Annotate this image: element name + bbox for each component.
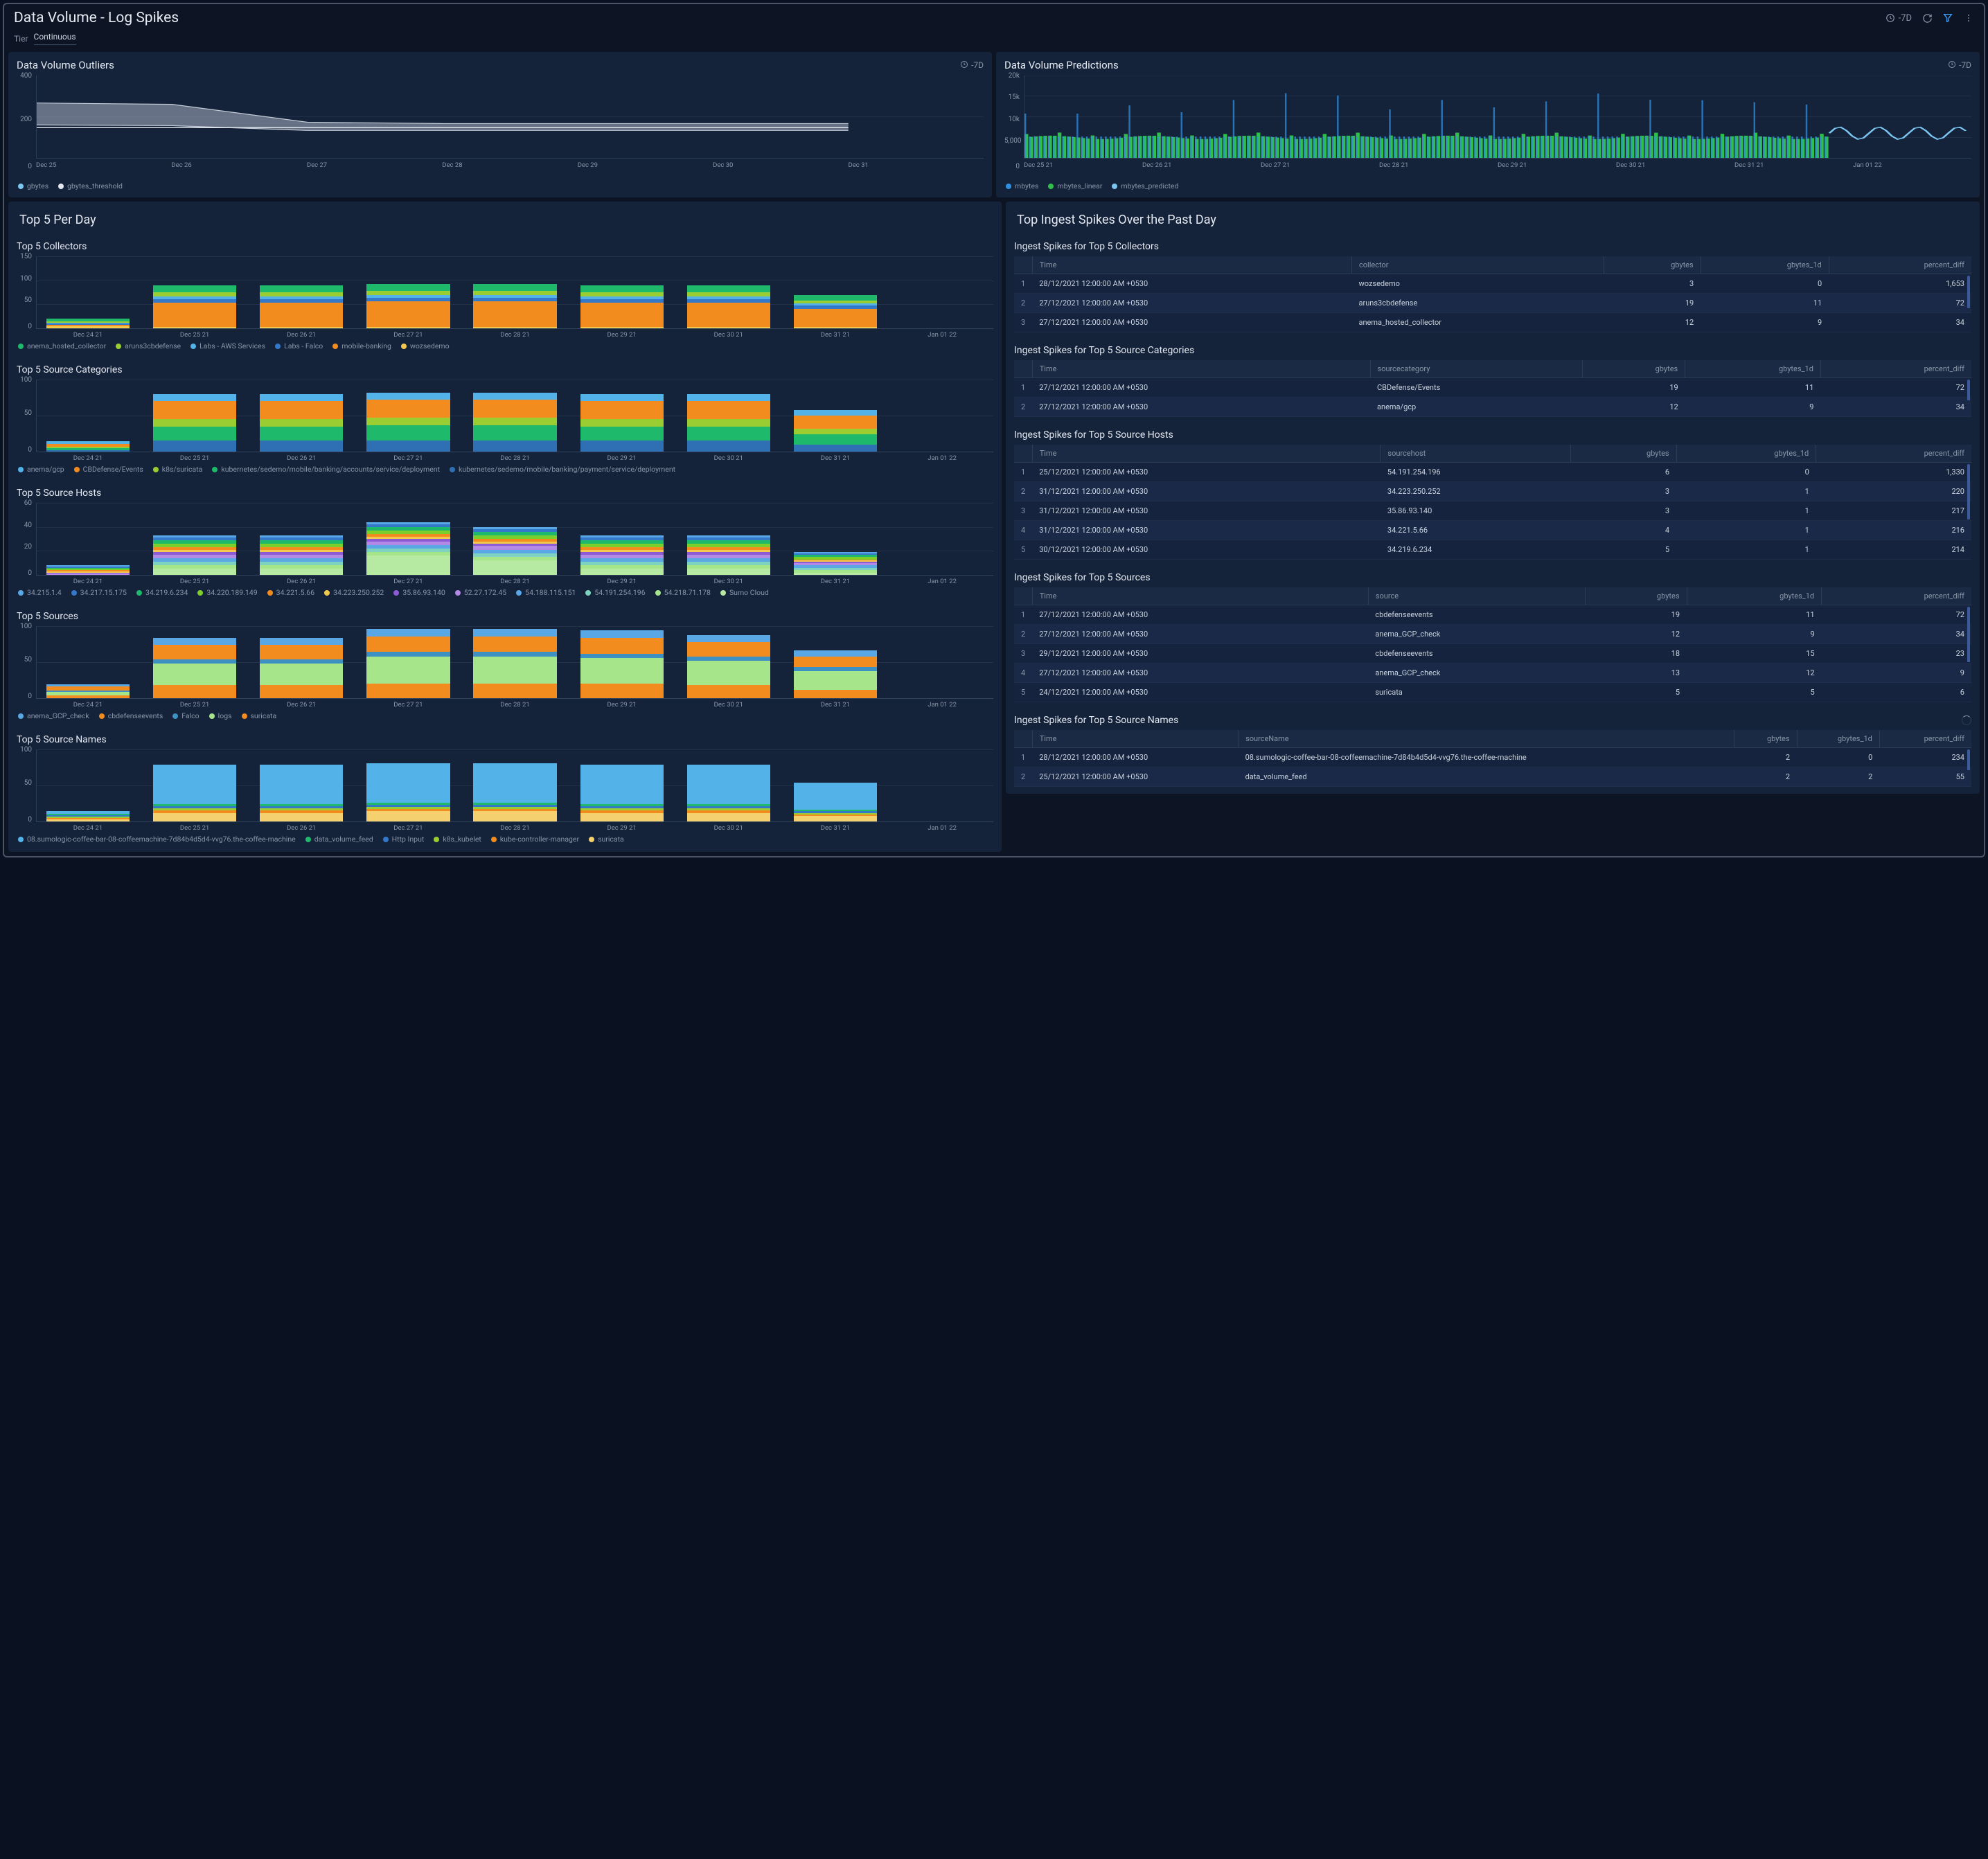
column-header[interactable]: source bbox=[1368, 587, 1585, 605]
section-title: Top 5 Per Day bbox=[17, 208, 993, 229]
column-header[interactable]: percent_diff bbox=[1816, 445, 1971, 463]
column-header[interactable]: collector bbox=[1351, 256, 1604, 274]
panel-title: Data Volume Outliers bbox=[17, 59, 960, 71]
dashboard-header: Data Volume - Log Spikes -7D bbox=[4, 4, 1984, 30]
y-axis-labels: 20k15k10k5,0000 bbox=[1004, 75, 1022, 169]
column-header[interactable]: Time bbox=[1032, 256, 1351, 274]
clock-icon bbox=[1948, 60, 1956, 71]
section-top5-per-day: Top 5 Per Day Top 5 Collectors150100500D… bbox=[8, 202, 1002, 852]
section-title: Top Ingest Spikes Over the Past Day bbox=[1014, 208, 1971, 229]
panel-range[interactable]: -7D bbox=[1948, 60, 1971, 71]
page-title: Data Volume - Log Spikes bbox=[14, 10, 1885, 26]
table-row[interactable]: 227/12/2021 12:00:00 AM +0530anema/gcp12… bbox=[1014, 398, 1971, 417]
chart-title: Top 5 Collectors bbox=[17, 238, 993, 256]
table-row[interactable]: 127/12/2021 12:00:00 AM +0530cbdefenseev… bbox=[1014, 605, 1971, 625]
column-header[interactable]: gbytes bbox=[1734, 730, 1797, 748]
column-header[interactable]: gbytes_1d bbox=[1676, 445, 1816, 463]
table-title: Ingest Spikes for Top 5 Sources bbox=[1014, 569, 1971, 587]
table-title: Ingest Spikes for Top 5 Collectors bbox=[1014, 238, 1971, 256]
column-header[interactable]: percent_diff bbox=[1822, 587, 1971, 605]
table-row[interactable]: 231/12/2021 12:00:00 AM +053034.223.250.… bbox=[1014, 482, 1971, 501]
tier-label: Tier bbox=[14, 34, 28, 44]
dashboard-app: Data Volume - Log Spikes -7D Tier Contin… bbox=[3, 3, 1985, 857]
chart-title: Top 5 Sources bbox=[17, 608, 993, 626]
table-row[interactable]: 128/12/2021 12:00:00 AM +053008.sumologi… bbox=[1014, 748, 1971, 767]
table-row[interactable]: 227/12/2021 12:00:00 AM +0530aruns3cbdef… bbox=[1014, 294, 1971, 313]
column-header[interactable]: gbytes_1d bbox=[1685, 360, 1821, 378]
column-header[interactable]: gbytes_1d bbox=[1701, 256, 1829, 274]
y-axis-labels: 4002000 bbox=[17, 75, 35, 169]
column-header[interactable]: gbytes_1d bbox=[1687, 587, 1822, 605]
loading-spinner bbox=[1962, 715, 1971, 725]
column-header[interactable]: gbytes bbox=[1585, 587, 1687, 605]
table-row[interactable]: 431/12/2021 12:00:00 AM +053034.221.5.66… bbox=[1014, 521, 1971, 540]
data-table: Timecollectorgbytesgbytes_1dpercent_diff… bbox=[1014, 256, 1971, 332]
chart-title: Top 5 Source Names bbox=[17, 731, 993, 749]
column-header[interactable]: percent_diff bbox=[1820, 360, 1971, 378]
column-header[interactable]: percent_diff bbox=[1879, 730, 1971, 748]
scrollbar[interactable] bbox=[1967, 749, 1970, 784]
table-row[interactable]: 524/12/2021 12:00:00 AM +0530suricata556 bbox=[1014, 683, 1971, 702]
section-ingest-spikes: Top Ingest Spikes Over the Past Day Inge… bbox=[1006, 202, 1980, 794]
panel-predictions: Data Volume Predictions -7D 20k15k10k5,0… bbox=[996, 52, 1980, 197]
filter-icon[interactable] bbox=[1942, 12, 1953, 24]
table-row[interactable]: 227/12/2021 12:00:00 AM +0530anema_GCP_c… bbox=[1014, 625, 1971, 644]
panel-range[interactable]: -7D bbox=[960, 60, 984, 71]
panel-outliers: Data Volume Outliers -7D 4002000 bbox=[8, 52, 992, 197]
column-header[interactable]: sourcehost bbox=[1381, 445, 1571, 463]
scrollbar[interactable] bbox=[1967, 276, 1970, 330]
table-row[interactable]: 125/12/2021 12:00:00 AM +053054.191.254.… bbox=[1014, 463, 1971, 482]
table-row[interactable]: 329/12/2021 12:00:00 AM +0530cbdefenseev… bbox=[1014, 644, 1971, 664]
chart-title: Top 5 Source Hosts bbox=[17, 485, 993, 503]
tier-value[interactable]: Continuous bbox=[34, 32, 76, 45]
data-table: Timesourcehostgbytesgbytes_1dpercent_dif… bbox=[1014, 445, 1971, 560]
column-header[interactable]: sourcecategory bbox=[1370, 360, 1583, 378]
refresh-icon[interactable] bbox=[1922, 12, 1933, 24]
panel-title: Data Volume Predictions bbox=[1004, 59, 1948, 71]
time-range-pill[interactable]: -7D bbox=[1885, 12, 1912, 24]
table-row[interactable]: 225/12/2021 12:00:00 AM +0530data_volume… bbox=[1014, 767, 1971, 787]
column-header[interactable]: gbytes bbox=[1571, 445, 1676, 463]
table-row[interactable]: 530/12/2021 12:00:00 AM +053034.219.6.23… bbox=[1014, 540, 1971, 560]
table-row[interactable]: 331/12/2021 12:00:00 AM +053035.86.93.14… bbox=[1014, 501, 1971, 521]
clock-icon bbox=[1885, 12, 1896, 24]
stacked-bar-chart[interactable]: Dec 24 21Dec 25 21Dec 26 21Dec 27 21Dec … bbox=[36, 256, 993, 329]
data-table: Timesourcegbytesgbytes_1dpercent_diff127… bbox=[1014, 587, 1971, 702]
column-header[interactable]: Time bbox=[1032, 360, 1370, 378]
column-header[interactable]: gbytes bbox=[1583, 360, 1685, 378]
table-row[interactable]: 127/12/2021 12:00:00 AM +0530CBDefense/E… bbox=[1014, 378, 1971, 398]
column-header[interactable]: gbytes bbox=[1604, 256, 1701, 274]
stacked-bar-chart[interactable]: Dec 24 21Dec 25 21Dec 26 21Dec 27 21Dec … bbox=[36, 626, 993, 699]
table-row[interactable]: 427/12/2021 12:00:00 AM +0530anema_GCP_c… bbox=[1014, 664, 1971, 683]
column-header[interactable]: sourceName bbox=[1239, 730, 1734, 748]
clock-icon bbox=[960, 60, 968, 71]
table-title: Ingest Spikes for Top 5 Source Names bbox=[1014, 712, 1971, 730]
chart-legend: gbytes gbytes_threshold bbox=[17, 169, 984, 192]
stacked-bar-chart[interactable]: Dec 24 21Dec 25 21Dec 26 21Dec 27 21Dec … bbox=[36, 749, 993, 822]
column-header[interactable]: Time bbox=[1032, 445, 1381, 463]
stacked-bar-chart[interactable]: Dec 24 21Dec 25 21Dec 26 21Dec 27 21Dec … bbox=[36, 380, 993, 452]
column-header[interactable]: Time bbox=[1032, 730, 1238, 748]
stacked-bar-chart[interactable]: Dec 24 21Dec 25 21Dec 26 21Dec 27 21Dec … bbox=[36, 503, 993, 576]
filter-row: Tier Continuous bbox=[4, 30, 1984, 52]
scrollbar[interactable] bbox=[1967, 380, 1970, 414]
table-row[interactable]: 128/12/2021 12:00:00 AM +0530wozsedemo30… bbox=[1014, 274, 1971, 294]
data-table: Timesourcecategorygbytesgbytes_1dpercent… bbox=[1014, 360, 1971, 417]
data-table: TimesourceNamegbytesgbytes_1dpercent_dif… bbox=[1014, 730, 1971, 787]
table-title: Ingest Spikes for Top 5 Source Hosts bbox=[1014, 427, 1971, 445]
column-header[interactable]: gbytes_1d bbox=[1797, 730, 1879, 748]
column-header[interactable]: Time bbox=[1032, 587, 1368, 605]
chart-legend: mbytes mbytes_linear mbytes_predicted bbox=[1004, 169, 1971, 192]
more-icon[interactable] bbox=[1963, 12, 1974, 24]
scrollbar[interactable] bbox=[1967, 464, 1970, 557]
column-header[interactable]: percent_diff bbox=[1829, 256, 1971, 274]
scrollbar[interactable] bbox=[1967, 607, 1970, 700]
chart-title: Top 5 Source Categories bbox=[17, 362, 993, 380]
table-row[interactable]: 327/12/2021 12:00:00 AM +0530anema_hoste… bbox=[1014, 313, 1971, 332]
table-title: Ingest Spikes for Top 5 Source Categorie… bbox=[1014, 342, 1971, 360]
